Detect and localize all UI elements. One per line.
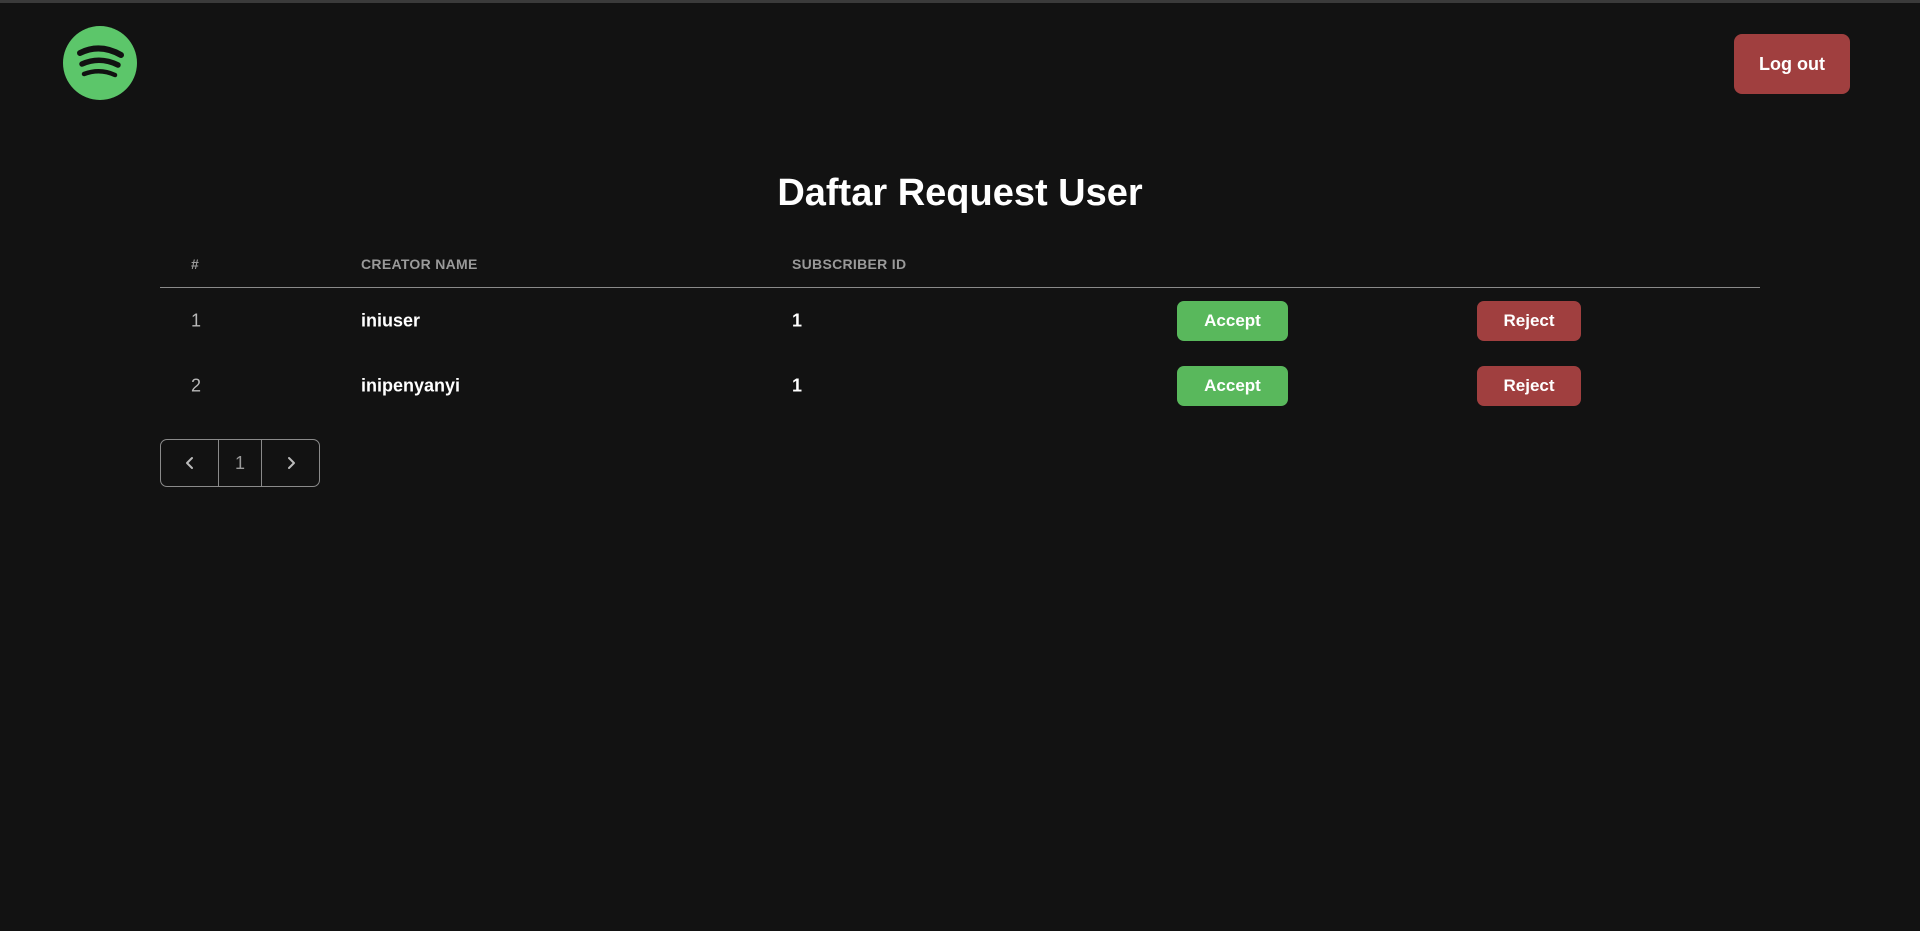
prev-page-button[interactable] — [161, 440, 218, 486]
current-page[interactable]: 1 — [218, 440, 262, 486]
logout-button[interactable]: Log out — [1734, 34, 1850, 94]
reject-button[interactable]: Reject — [1477, 300, 1581, 341]
column-header-subscriber-id: SUBSCRIBER ID — [792, 256, 907, 272]
table-row: 2 inipenyanyi 1 Accept Reject — [160, 353, 1760, 418]
table-header: # CREATOR NAME SUBSCRIBER ID — [160, 250, 1760, 288]
column-header-number: # — [191, 256, 200, 272]
spotify-waves-icon — [77, 45, 124, 78]
reject-button[interactable]: Reject — [1477, 365, 1581, 406]
subscriber-id: 1 — [792, 375, 803, 395]
creator-name: iniuser — [361, 310, 421, 330]
accept-button[interactable]: Accept — [1177, 300, 1288, 341]
request-table: # CREATOR NAME SUBSCRIBER ID 1 iniuser 1… — [160, 250, 1760, 418]
creator-name: inipenyanyi — [361, 375, 461, 395]
page-title: Daftar Request User — [777, 172, 1143, 214]
accept-button[interactable]: Accept — [1177, 365, 1288, 406]
spotify-logo-icon[interactable] — [63, 26, 137, 100]
pagination: 1 — [160, 439, 320, 487]
column-header-creator-name: CREATOR NAME — [361, 256, 478, 272]
row-number: 2 — [191, 375, 202, 395]
next-page-button[interactable] — [262, 440, 319, 486]
subscriber-id: 1 — [792, 310, 803, 330]
header: Log out — [0, 3, 1920, 123]
row-number: 1 — [191, 310, 202, 330]
chevron-left-icon — [185, 457, 193, 469]
chevron-right-icon — [287, 457, 295, 469]
table-row: 1 iniuser 1 Accept Reject — [160, 288, 1760, 353]
